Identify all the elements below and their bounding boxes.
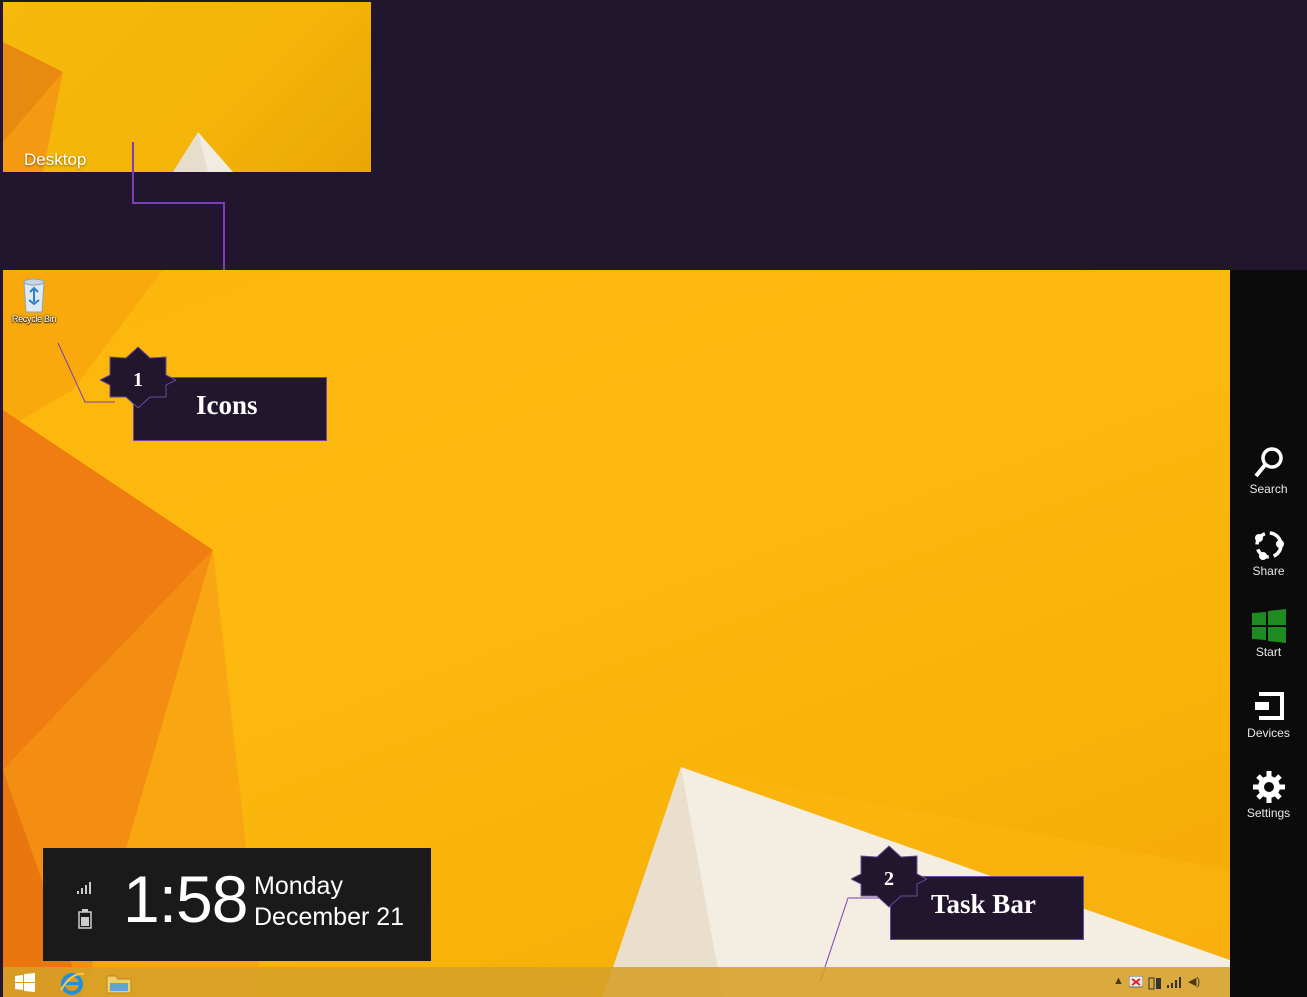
internet-explorer-icon [60,972,85,995]
callout-1-number: 1 [133,369,143,391]
clock-date: December 21 [254,903,405,931]
start-button[interactable] [3,967,49,997]
charm-share-label: Share [1252,564,1285,578]
file-explorer-taskbar-button[interactable] [95,967,141,997]
search-icon [1253,447,1283,478]
charms-bar: Search Share Start Devices Settings [1230,270,1307,997]
recycle-bin-icon [23,278,45,313]
action-center-icon[interactable] [1129,976,1143,989]
recycle-bin-desktop-icon[interactable]: Recycle Bin [5,276,63,324]
connector-arrow [132,142,230,297]
charm-search[interactable]: Search [1230,446,1307,496]
share-icon [1254,531,1284,560]
lock-clock-overlay: 1:58 Monday December 21 [43,848,431,961]
windows-logo-icon [1251,609,1286,643]
chevron-up-icon[interactable]: ▲ [1113,975,1124,987]
charm-devices-label: Devices [1247,726,1290,740]
volume-icon[interactable]: ◀) [1188,975,1200,988]
charm-start[interactable]: Start [1230,609,1307,659]
charm-start-label: Start [1255,645,1282,659]
charm-settings[interactable]: Settings [1230,770,1307,820]
taskbar: ▲ ◀) [3,967,1230,997]
signal-tray-icon[interactable] [1167,977,1181,989]
windows-logo-icon [15,973,35,992]
callout-2-number: 2 [884,868,894,890]
charm-settings-label: Settings [1246,806,1291,820]
clock-day: Monday [254,872,343,900]
clock-time: 1:58 [123,862,248,936]
folder-icon [106,975,132,994]
devices-icon [1254,692,1284,720]
callout-taskbar-text: Task Bar [931,889,1036,919]
callout-icons-text: Icons [196,390,258,420]
signal-icon [77,882,91,894]
charm-search-label: Search [1249,482,1288,496]
charm-share[interactable]: Share [1230,528,1307,578]
charm-devices[interactable]: Devices [1230,690,1307,740]
battery-tray-icon[interactable] [1148,976,1162,990]
battery-icon [78,909,92,929]
gear-icon [1252,771,1285,803]
recycle-bin-label: Recycle Bin [11,314,57,324]
internet-explorer-taskbar-button[interactable] [49,967,95,997]
